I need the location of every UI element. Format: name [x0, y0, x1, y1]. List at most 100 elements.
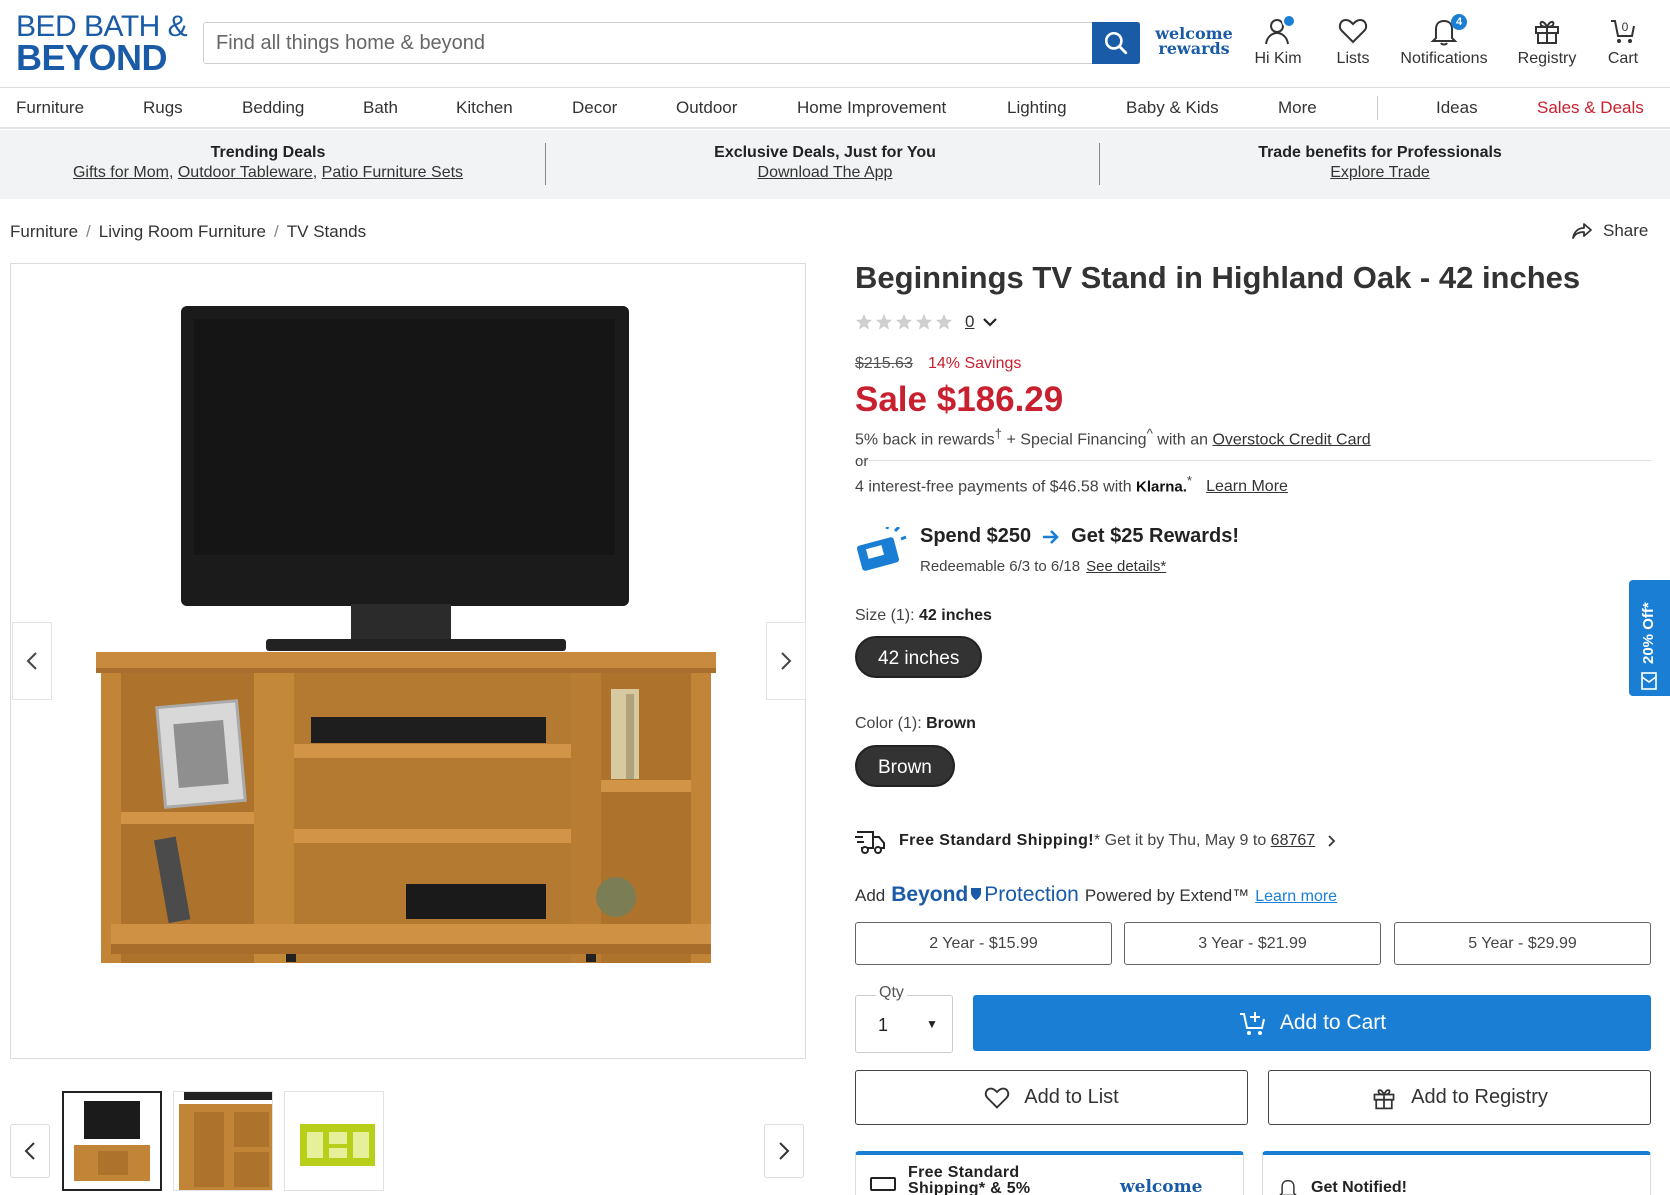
promo-trade-title: Trade benefits for Professionals — [1258, 144, 1502, 161]
add-to-cart-button[interactable]: Add to Cart — [973, 995, 1651, 1051]
account-button[interactable]: Hi Kim — [1250, 14, 1306, 68]
account-label: Hi Kim — [1254, 50, 1302, 67]
share-label: Share — [1603, 221, 1649, 240]
tv-stand-image — [96, 306, 716, 963]
nav-rugs[interactable]: Rugs — [143, 98, 183, 118]
nav-outdoor[interactable]: Outdoor — [676, 98, 737, 118]
thumbnail-1[interactable] — [62, 1091, 162, 1191]
chevron-right-icon — [781, 652, 792, 670]
star-icon — [915, 313, 933, 330]
category-nav: Furniture Rugs Bedding Bath Kitchen Deco… — [0, 88, 1670, 129]
plan-3-year-button[interactable]: 3 Year - $21.99 — [1124, 922, 1381, 965]
savings-label: 14% Savings — [928, 355, 1022, 372]
search-icon — [1104, 31, 1128, 55]
breadcrumb-living-room[interactable]: Living Room Furniture — [99, 222, 266, 241]
size-option-42-inches[interactable]: 42 inches — [855, 636, 983, 678]
product-main-image[interactable] — [10, 263, 806, 1059]
lists-label: Lists — [1336, 50, 1370, 67]
klarna-learn-more-link[interactable]: Learn More — [1206, 478, 1288, 495]
shipping-info: Free Standard Shipping!* Get it by Thu, … — [855, 826, 1337, 856]
nav-lighting[interactable]: Lighting — [1007, 98, 1067, 118]
heart-icon — [985, 1087, 1010, 1109]
nav-ideas[interactable]: Ideas — [1436, 98, 1478, 118]
delivery-estimate: * Get it by Thu, May 9 to — [1094, 832, 1271, 849]
get-notified-card[interactable]: Get Notified! — [1262, 1151, 1651, 1195]
promo-link-outdoor-tableware[interactable]: Outdoor Tableware — [178, 164, 313, 181]
credit-card-link[interactable]: Overstock Credit Card — [1212, 431, 1370, 448]
add-cart-icon — [1239, 1012, 1265, 1035]
thumbnail-2[interactable] — [173, 1091, 273, 1191]
protection-plan-header: Add Beyond Protection Powered by Extend™… — [855, 883, 1337, 907]
color-option-brown[interactable]: Brown — [855, 745, 955, 787]
nav-decor[interactable]: Decor — [572, 98, 617, 118]
search-button[interactable] — [1092, 22, 1140, 64]
share-button[interactable]: Share — [1571, 221, 1648, 241]
divider — [855, 460, 1651, 461]
nav-home-improvement[interactable]: Home Improvement — [797, 98, 946, 118]
rewards-benefit-card[interactable]: Free Standard Shipping* & 5% welcome — [855, 1151, 1244, 1195]
promo-trending-title: Trending Deals — [210, 144, 326, 161]
nav-sales-deals[interactable]: Sales & Deals — [1537, 98, 1644, 118]
promo-link-patio-furniture[interactable]: Patio Furniture Sets — [322, 164, 463, 181]
nav-baby-kids[interactable]: Baby & Kids — [1126, 98, 1219, 118]
powered-by-text: Powered by Extend™ — [1084, 886, 1250, 905]
heart-icon — [1338, 18, 1368, 44]
zip-code-link[interactable]: 68767 — [1271, 832, 1316, 849]
plan-2-year-button[interactable]: 2 Year - $15.99 — [855, 922, 1112, 965]
promo-divider — [1099, 143, 1100, 185]
financing-text: + Special Financing — [1002, 431, 1147, 449]
original-price: $215.63 — [855, 355, 913, 372]
protection-learn-more-link[interactable]: Learn more — [1255, 888, 1337, 906]
add-to-list-button[interactable]: Add to List — [855, 1070, 1248, 1125]
search-input[interactable] — [203, 22, 1140, 64]
explore-trade-link[interactable]: Explore Trade — [1330, 164, 1430, 181]
nav-bedding[interactable]: Bedding — [242, 98, 304, 118]
thumb-prev-button[interactable] — [10, 1124, 50, 1178]
rewards-text: 5% back in rewards — [855, 431, 995, 449]
registry-button[interactable]: Registry — [1517, 16, 1577, 68]
spend-text: Spend $250 — [920, 525, 1032, 547]
lists-button[interactable]: Lists — [1333, 16, 1373, 68]
klarna-text: 4 interest-free payments of $46.58 with — [855, 478, 1137, 496]
logo-line-2: BEYOND — [16, 37, 168, 78]
thumb-next-button[interactable] — [764, 1124, 804, 1178]
rating-count[interactable]: 0 — [965, 312, 974, 332]
rating[interactable]: 0 — [855, 312, 998, 332]
rewards-footnote: † — [994, 426, 1003, 441]
promo-bar: Trending Deals Gifts for Mom, Outdoor Ta… — [0, 130, 1670, 199]
protection-brand: Protection — [984, 883, 1079, 906]
discount-side-tab[interactable]: 20% Off* — [1629, 580, 1670, 696]
get-rewards-text: Get $25 Rewards! — [1071, 525, 1240, 547]
see-details-link[interactable]: See details* — [1086, 558, 1166, 575]
star-icon — [855, 313, 873, 330]
promo-divider — [545, 143, 546, 185]
breadcrumb-tv-stands[interactable]: TV Stands — [287, 222, 366, 241]
welcome-rewards-link[interactable]: welcome rewards — [1155, 26, 1233, 57]
quantity-select[interactable]: Qty 1 ▼ — [855, 984, 953, 1053]
cart-icon: 0 — [1611, 20, 1635, 43]
nav-furniture[interactable]: Furniture — [16, 98, 84, 118]
promo-link-gifts-for-mom[interactable]: Gifts for Mom — [73, 164, 169, 181]
download-app-link[interactable]: Download The App — [758, 164, 893, 181]
protection-add-text: Add — [855, 886, 886, 905]
nav-kitchen[interactable]: Kitchen — [456, 98, 513, 118]
gift-icon — [1373, 1088, 1395, 1109]
thumbnail-3[interactable] — [284, 1091, 384, 1191]
rewards-benefit-text: Free Standard Shipping* & 5% — [908, 1164, 1031, 1195]
cart-button[interactable]: 0 Cart — [1603, 16, 1643, 68]
breadcrumb: Furniture / Living Room Furniture / TV Stand… — [10, 222, 367, 241]
logo[interactable]: BED BATH & BEYOND — [16, 12, 188, 78]
add-to-registry-button[interactable]: Add to Registry — [1268, 1070, 1651, 1125]
chevron-down-icon[interactable] — [982, 316, 998, 328]
chevron-right-icon[interactable] — [1327, 834, 1337, 848]
add-to-registry-label: Add to Registry — [1411, 1086, 1548, 1108]
notifications-button[interactable]: 4 Notifications — [1399, 14, 1489, 68]
image-next-button[interactable] — [766, 622, 806, 700]
chevron-right-icon — [779, 1142, 790, 1160]
nav-bath[interactable]: Bath — [363, 98, 398, 118]
nav-more[interactable]: More — [1278, 98, 1317, 118]
image-prev-button[interactable] — [12, 622, 52, 700]
share-icon — [1572, 223, 1592, 239]
plan-5-year-button[interactable]: 5 Year - $29.99 — [1394, 922, 1651, 965]
breadcrumb-furniture[interactable]: Furniture — [10, 222, 78, 241]
